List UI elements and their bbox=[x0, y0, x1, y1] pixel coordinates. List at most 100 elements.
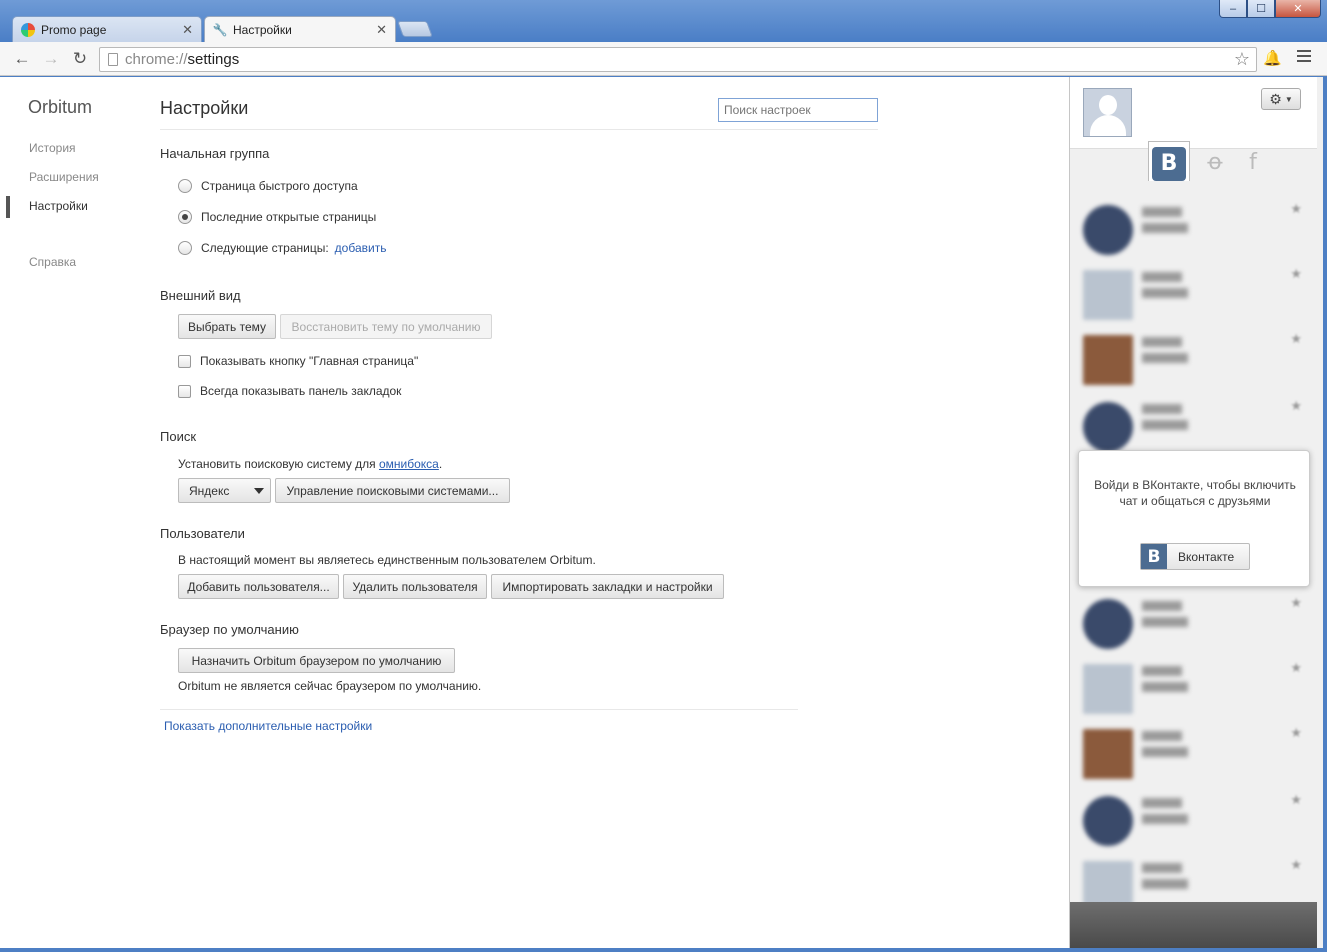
friend-name-blurred bbox=[1142, 601, 1182, 611]
friend-list-item[interactable]: ★ bbox=[1082, 723, 1308, 779]
radio-button[interactable] bbox=[178, 241, 192, 255]
sidebar-scrollbar[interactable] bbox=[1317, 77, 1323, 948]
friend-avatar bbox=[1083, 729, 1133, 779]
favorite-star-icon[interactable]: ★ bbox=[1290, 266, 1302, 282]
choose-theme-button[interactable]: Выбрать тему bbox=[178, 314, 276, 339]
checkbox[interactable] bbox=[178, 384, 191, 398]
brand-title: Orbitum bbox=[28, 97, 93, 117]
friend-surname-blurred bbox=[1142, 879, 1188, 889]
tab-promo-page[interactable]: Promo page ✕ bbox=[12, 16, 202, 42]
friend-name-blurred bbox=[1142, 207, 1182, 217]
tab-title: Настройки bbox=[233, 23, 292, 37]
add-pages-link[interactable]: добавить bbox=[335, 241, 387, 255]
search-engine-select[interactable]: Яндекс bbox=[178, 478, 271, 503]
favorite-star-icon[interactable]: ★ bbox=[1290, 201, 1302, 217]
favorite-star-icon[interactable]: ★ bbox=[1290, 331, 1302, 347]
section-title-search: Поиск bbox=[160, 429, 197, 444]
radio-button-checked[interactable] bbox=[178, 210, 192, 224]
friend-list-item[interactable]: ★ bbox=[1082, 658, 1308, 714]
vk-icon: В bbox=[1152, 146, 1186, 181]
make-default-browser-button[interactable]: Назначить Orbitum браузером по умолчанию bbox=[178, 648, 455, 673]
friend-name-blurred bbox=[1142, 731, 1182, 741]
omnibox-link[interactable]: омнибокса bbox=[379, 457, 439, 471]
tab-settings[interactable]: 🔧 Настройки ✕ bbox=[204, 16, 396, 43]
close-tab-icon[interactable]: ✕ bbox=[182, 22, 193, 38]
option-label: Страница быстрого доступа bbox=[201, 179, 358, 193]
section-title-startup: Начальная группа bbox=[160, 146, 270, 161]
vk-icon: В bbox=[1141, 544, 1167, 569]
friend-list-item[interactable]: ★ bbox=[1082, 593, 1308, 649]
friend-list-item[interactable]: ★ bbox=[1082, 264, 1308, 320]
friend-avatar bbox=[1083, 599, 1133, 649]
settings-page: Orbitum История Расширения Настройки Спр… bbox=[0, 77, 1069, 948]
friend-surname-blurred bbox=[1142, 814, 1188, 824]
show-advanced-settings-link[interactable]: Показать дополнительные настройки bbox=[164, 719, 372, 733]
tab-vkontakte[interactable]: В bbox=[1148, 141, 1190, 181]
close-tab-icon[interactable]: ✕ bbox=[376, 22, 387, 38]
back-arrow-icon[interactable]: ← bbox=[12, 49, 32, 69]
active-indicator bbox=[6, 196, 10, 218]
favorite-star-icon[interactable]: ★ bbox=[1290, 857, 1302, 873]
friend-surname-blurred bbox=[1142, 288, 1188, 298]
favorite-star-icon[interactable]: ★ bbox=[1290, 792, 1302, 808]
dropdown-arrow-icon bbox=[254, 488, 264, 494]
minimize-button[interactable]: ‒ bbox=[1219, 0, 1247, 18]
bookmark-star-icon[interactable]: ☆ bbox=[1234, 49, 1250, 70]
radio-button[interactable] bbox=[178, 179, 192, 193]
show-home-button-option[interactable]: Показывать кнопку "Главная страница" bbox=[178, 354, 418, 368]
friend-avatar bbox=[1083, 270, 1133, 320]
checkbox[interactable] bbox=[178, 354, 191, 368]
reload-icon[interactable]: ↻ bbox=[70, 49, 90, 69]
startup-option-specific-pages[interactable]: Следующие страницы: добавить bbox=[178, 241, 386, 255]
orbitum-favicon-icon bbox=[21, 22, 35, 37]
favorite-star-icon[interactable]: ★ bbox=[1290, 660, 1302, 676]
vk-login-button[interactable]: В Вконтакте bbox=[1140, 543, 1250, 570]
facebook-icon[interactable]: f bbox=[1240, 150, 1266, 181]
add-user-button[interactable]: Добавить пользователя... bbox=[178, 574, 339, 599]
url-text: chrome://settings bbox=[125, 51, 240, 68]
favorite-star-icon[interactable]: ★ bbox=[1290, 595, 1302, 611]
manage-search-engines-button[interactable]: Управление поисковыми системами... bbox=[275, 478, 510, 503]
wrench-icon: 🔧 bbox=[212, 23, 228, 37]
show-bookmarks-bar-option[interactable]: Всегда показывать панель закладок bbox=[178, 384, 401, 398]
startup-option-speed-dial[interactable]: Страница быстрого доступа bbox=[178, 179, 358, 193]
reset-theme-button[interactable]: Восстановить тему по умолчанию bbox=[280, 314, 492, 339]
remove-user-button[interactable]: Удалить пользователя bbox=[343, 574, 487, 599]
friend-avatar bbox=[1083, 205, 1133, 255]
nav-item-history[interactable]: История bbox=[29, 141, 76, 155]
section-title-default-browser: Браузер по умолчанию bbox=[160, 622, 299, 637]
maximize-button[interactable]: ☐ bbox=[1247, 0, 1275, 18]
bell-icon[interactable]: 🔔 bbox=[1263, 49, 1282, 67]
nav-item-settings[interactable]: Настройки bbox=[29, 199, 88, 213]
friend-name-blurred bbox=[1142, 863, 1182, 873]
friend-list-item[interactable]: ★ bbox=[1082, 199, 1308, 255]
social-network-tabs: В ꝋ f bbox=[1148, 141, 1266, 181]
nav-item-help[interactable]: Справка bbox=[29, 255, 76, 269]
friend-list-item[interactable]: ★ bbox=[1082, 329, 1308, 385]
page-icon bbox=[108, 53, 118, 66]
vk-login-popup: Войди в ВКонтакте, чтобы включить чат и … bbox=[1078, 450, 1310, 587]
default-browser-status: Orbitum не является сейчас браузером по … bbox=[178, 679, 482, 693]
avatar[interactable] bbox=[1083, 88, 1132, 137]
import-bookmarks-button[interactable]: Импортировать закладки и настройки bbox=[491, 574, 724, 599]
friend-list-item[interactable]: ★ bbox=[1082, 790, 1308, 846]
friend-list-item[interactable]: ★ bbox=[1082, 396, 1308, 452]
close-window-button[interactable]: ✕ bbox=[1275, 0, 1321, 18]
sidebar-settings-button[interactable]: ⚙ ▼ bbox=[1261, 88, 1301, 110]
forward-arrow-icon[interactable]: → bbox=[41, 49, 61, 69]
friend-name-blurred bbox=[1142, 404, 1182, 414]
menu-icon[interactable] bbox=[1297, 50, 1311, 62]
omnibox[interactable]: chrome://settings ☆ bbox=[99, 47, 1257, 72]
odnoklassniki-icon[interactable]: ꝋ bbox=[1202, 150, 1228, 181]
new-tab-button[interactable] bbox=[397, 21, 433, 37]
option-label: Показывать кнопку "Главная страница" bbox=[200, 354, 419, 368]
nav-item-extensions[interactable]: Расширения bbox=[29, 170, 99, 184]
startup-option-last-pages[interactable]: Последние открытые страницы bbox=[178, 210, 376, 224]
friend-name-blurred bbox=[1142, 337, 1182, 347]
search-settings-input[interactable] bbox=[718, 98, 878, 122]
favorite-star-icon[interactable]: ★ bbox=[1290, 398, 1302, 414]
favorite-star-icon[interactable]: ★ bbox=[1290, 725, 1302, 741]
selected-engine: Яндекс bbox=[189, 483, 230, 498]
social-sidebar: ⚙ ▼ В ꝋ f ★ ★ ★ ★ ★ ★ ★ ★ ★ Войди в ВКонтакте, чт… bbox=[1069, 77, 1321, 948]
option-label: Последние открытые страницы bbox=[201, 210, 377, 224]
